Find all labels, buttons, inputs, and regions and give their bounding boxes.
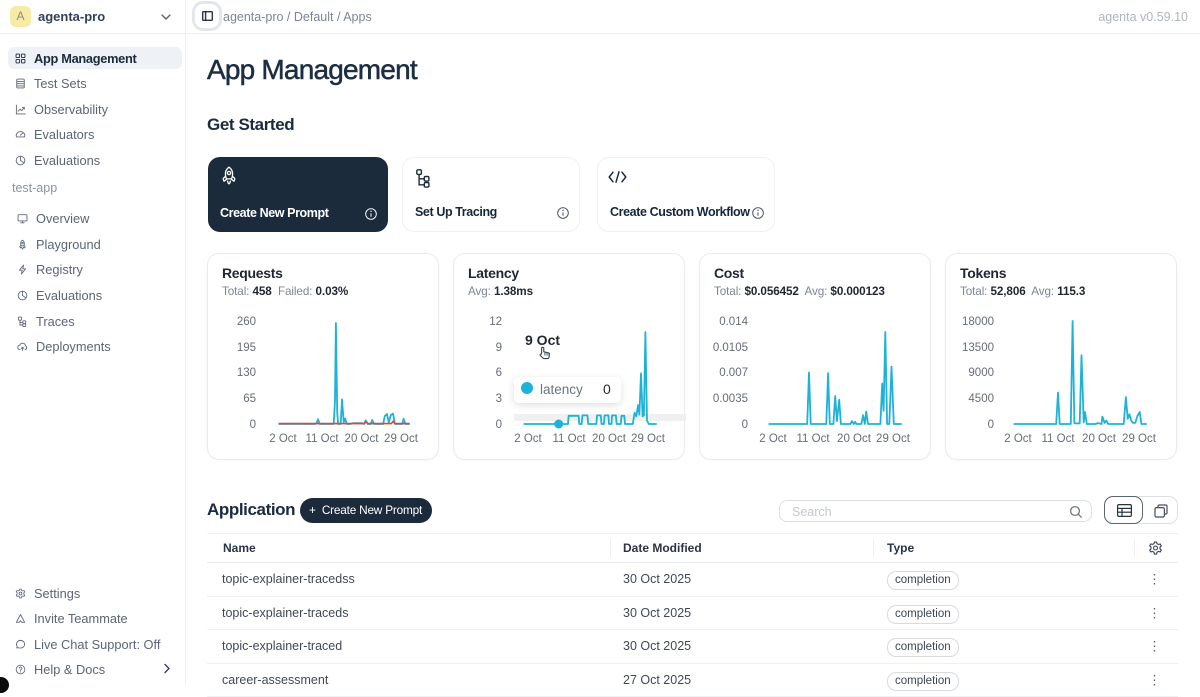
svg-text:2 Oct: 2 Oct bbox=[759, 433, 787, 445]
svg-text:0.007: 0.007 bbox=[719, 367, 748, 379]
svg-text:18000: 18000 bbox=[962, 316, 994, 328]
svg-text:20 Oct: 20 Oct bbox=[592, 433, 627, 445]
svg-text:3: 3 bbox=[496, 393, 502, 405]
svg-text:2 Oct: 2 Oct bbox=[1004, 433, 1032, 445]
svg-text:29 Oct: 29 Oct bbox=[631, 433, 666, 445]
svg-text:260: 260 bbox=[237, 316, 256, 328]
svg-text:2 Oct: 2 Oct bbox=[269, 433, 297, 445]
svg-text:29 Oct: 29 Oct bbox=[384, 433, 419, 445]
svg-text:9: 9 bbox=[496, 342, 502, 354]
svg-text:0.0035: 0.0035 bbox=[713, 393, 748, 405]
svg-text:0: 0 bbox=[988, 419, 994, 431]
svg-text:195: 195 bbox=[237, 342, 256, 354]
svg-text:11 Oct: 11 Oct bbox=[1041, 433, 1075, 445]
svg-text:20 Oct: 20 Oct bbox=[1082, 433, 1117, 445]
svg-text:0.014: 0.014 bbox=[719, 316, 748, 328]
svg-text:0: 0 bbox=[250, 419, 256, 431]
svg-text:11 Oct: 11 Oct bbox=[305, 433, 339, 445]
svg-text:29 Oct: 29 Oct bbox=[1122, 433, 1157, 445]
svg-text:6: 6 bbox=[496, 367, 502, 379]
svg-text:12: 12 bbox=[489, 316, 502, 328]
svg-text:2 Oct: 2 Oct bbox=[514, 433, 542, 445]
svg-text:13500: 13500 bbox=[962, 342, 994, 354]
svg-text:130: 130 bbox=[237, 367, 256, 379]
svg-text:11 Oct: 11 Oct bbox=[552, 433, 586, 445]
svg-text:20 Oct: 20 Oct bbox=[345, 433, 380, 445]
svg-text:0: 0 bbox=[742, 419, 748, 431]
svg-text:0.0105: 0.0105 bbox=[713, 342, 748, 354]
svg-text:0: 0 bbox=[496, 419, 502, 431]
svg-text:4500: 4500 bbox=[968, 393, 994, 405]
svg-text:65: 65 bbox=[243, 393, 256, 405]
svg-text:29 Oct: 29 Oct bbox=[876, 433, 911, 445]
svg-text:11 Oct: 11 Oct bbox=[796, 433, 830, 445]
svg-text:20 Oct: 20 Oct bbox=[837, 433, 872, 445]
svg-text:9000: 9000 bbox=[968, 367, 994, 379]
